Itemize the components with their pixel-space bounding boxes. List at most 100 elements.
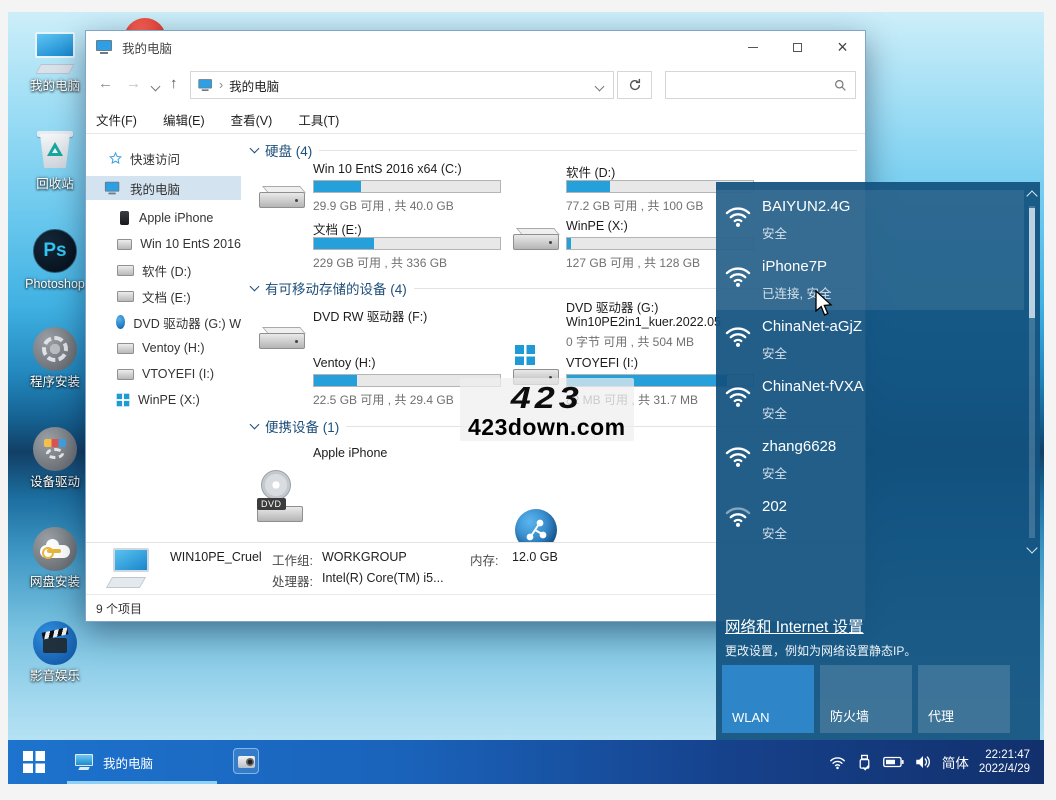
menu-file[interactable]: 文件(F): [96, 110, 137, 129]
desktop-icon-my-computer[interactable]: 我的电脑: [15, 30, 95, 95]
scroll-up-icon[interactable]: [1026, 190, 1037, 201]
photoshop-icon: Ps: [32, 228, 78, 274]
window-title: 我的电脑: [122, 38, 172, 57]
desktop-icon-device-driver[interactable]: 设备驱动: [15, 426, 95, 491]
workgroup-value: WORKGROUP: [322, 550, 407, 564]
tray-wifi-icon[interactable]: [829, 754, 846, 771]
tray-clock[interactable]: 22:21:47 2022/4/29: [979, 748, 1030, 776]
network-settings-link[interactable]: 网络和 Internet 设置: [725, 615, 864, 637]
search-input[interactable]: [672, 73, 832, 97]
close-button[interactable]: ×: [820, 31, 865, 63]
start-button[interactable]: [23, 751, 45, 773]
window-icon: [96, 40, 114, 55]
collapse-chevron-icon: [250, 420, 260, 430]
gear-icon: [32, 326, 78, 372]
wifi-ssid: iPhone7P: [762, 258, 827, 275]
wifi-network-item[interactable]: ChinaNet-aGjZ 安全: [716, 310, 1024, 370]
button-label: WLAN: [732, 710, 770, 725]
wifi-status: 安全: [762, 403, 787, 422]
wifi-network-item[interactable]: 202 安全: [716, 490, 1024, 550]
computer-icon: [32, 30, 78, 76]
tray-volume-icon[interactable]: [914, 754, 932, 770]
drive-size: 229 GB 可用 , 共 336 GB: [313, 254, 447, 271]
taskbar-app-my-computer[interactable]: 我的电脑: [67, 740, 217, 784]
nav-quick-access[interactable]: 快速访问: [86, 146, 241, 170]
drive-size: 0 字节 可用 , 共 504 MB: [566, 333, 694, 350]
menu-view[interactable]: 查看(V): [231, 110, 273, 129]
desktop-icon-photoshop[interactable]: Ps Photoshop: [15, 228, 95, 293]
wlan-toggle-button[interactable]: WLAN: [722, 665, 814, 733]
menu-edit[interactable]: 编辑(E): [163, 110, 205, 129]
drive-size: 22.5 GB 可用 , 共 29.4 GB: [313, 391, 454, 408]
minimize-button[interactable]: [730, 31, 775, 63]
firewall-button[interactable]: 防火墙: [820, 665, 912, 733]
dvd-drive-icon: DVD: [257, 482, 305, 524]
menu-tools[interactable]: 工具(T): [298, 110, 339, 129]
breadcrumb-separator: ›: [219, 78, 223, 92]
minimize-icon: [748, 47, 758, 48]
title-bar[interactable]: 我的电脑 ×: [86, 31, 865, 63]
desktop-icon-recycle-bin[interactable]: 回收站: [15, 128, 95, 193]
desktop-icon-media-entertainment[interactable]: 影音娱乐: [15, 620, 95, 685]
desktop-icon-label: 网盘安装: [30, 576, 80, 590]
wifi-network-item[interactable]: zhang6628 安全: [716, 430, 1024, 490]
desktop-icon-netdisk-install[interactable]: 网盘安装: [15, 526, 95, 591]
nav-drive-i[interactable]: VTOYEFI (I:): [86, 362, 241, 386]
wifi-list-scrollbar[interactable]: [1026, 190, 1038, 554]
address-dropdown-icon[interactable]: [595, 82, 605, 92]
group-header-harddisks[interactable]: 硬盘 (4): [251, 140, 857, 160]
scrollbar-thumb[interactable]: [1029, 208, 1035, 318]
desktop-icon-program-install[interactable]: 程序安装: [15, 326, 95, 391]
scroll-down-icon[interactable]: [1026, 542, 1037, 553]
nav-drive-e[interactable]: 文档 (E:): [86, 284, 241, 308]
nav-drive-x[interactable]: WinPE (X:): [86, 388, 241, 412]
drive-name: WinPE (X:): [566, 219, 628, 233]
maximize-button[interactable]: [775, 31, 820, 63]
nav-apple-iphone[interactable]: Apple iPhone: [86, 206, 241, 230]
refresh-icon: [628, 78, 642, 92]
hdd-icon: [117, 264, 134, 276]
nav-drive-h[interactable]: Ventoy (H:): [86, 336, 241, 360]
tray-usb-eject-icon[interactable]: [856, 754, 873, 771]
button-label: 防火墙: [830, 706, 869, 725]
nav-label: WinPE (X:): [138, 393, 200, 407]
address-bar[interactable]: › 我的电脑: [190, 71, 614, 99]
recycle-bin-icon: [32, 128, 78, 174]
hdd-icon: [117, 290, 134, 302]
wifi-icon: [724, 262, 752, 290]
nav-this-pc[interactable]: 我的电脑: [86, 176, 241, 200]
desktop-icon-label: Photoshop: [25, 278, 85, 292]
wifi-ssid: zhang6628: [762, 438, 836, 455]
nav-label: 文档 (E:): [142, 287, 191, 306]
wifi-flyout-panel: BAIYUN2.4G 安全 iPhone7P 已连接, 安全 ChinaNet-…: [716, 182, 1040, 740]
cloud-key-icon: [32, 526, 78, 572]
film-clapper-icon: [32, 620, 78, 666]
nav-drive-c[interactable]: Win 10 EntS 2016: [86, 232, 241, 256]
breadcrumb[interactable]: 我的电脑: [229, 76, 279, 95]
back-button[interactable]: ←: [98, 74, 113, 94]
wifi-network-item[interactable]: BAIYUN2.4G 安全: [716, 190, 1024, 250]
screenshot-tool-button[interactable]: [233, 748, 259, 774]
wifi-status: 安全: [762, 523, 787, 542]
forward-button[interactable]: →: [126, 74, 141, 94]
watermark-logo: 423: [468, 383, 626, 414]
search-box[interactable]: [665, 71, 856, 99]
windows-flag-icon: [117, 394, 130, 407]
wifi-network-item[interactable]: iPhone7P 已连接, 安全: [716, 250, 1024, 310]
item-count: 9 个项目: [96, 600, 142, 617]
refresh-button[interactable]: [617, 71, 652, 99]
taskbar-app-label: 我的电脑: [103, 753, 153, 772]
nav-drive-d[interactable]: 软件 (D:): [86, 258, 241, 282]
menu-bar: 文件(F) 编辑(E) 查看(V) 工具(T): [86, 105, 865, 134]
ime-indicator[interactable]: 简体: [942, 752, 969, 772]
proxy-button[interactable]: 代理: [918, 665, 1010, 733]
cpu-value: Intel(R) Core(TM) i5...: [322, 571, 444, 585]
disc-label: Win10PE2in1_kuer.2022.05: [566, 315, 721, 329]
usage-bar: [313, 237, 501, 250]
hdd-icon: [513, 210, 561, 252]
tray-battery-icon[interactable]: [883, 755, 904, 769]
wifi-network-item[interactable]: ChinaNet-fVXA 安全: [716, 370, 1024, 430]
history-dropdown-icon[interactable]: [151, 82, 161, 92]
up-button[interactable]: ↑: [170, 74, 178, 94]
nav-drive-g[interactable]: DVD 驱动器 (G:) W: [86, 310, 241, 334]
